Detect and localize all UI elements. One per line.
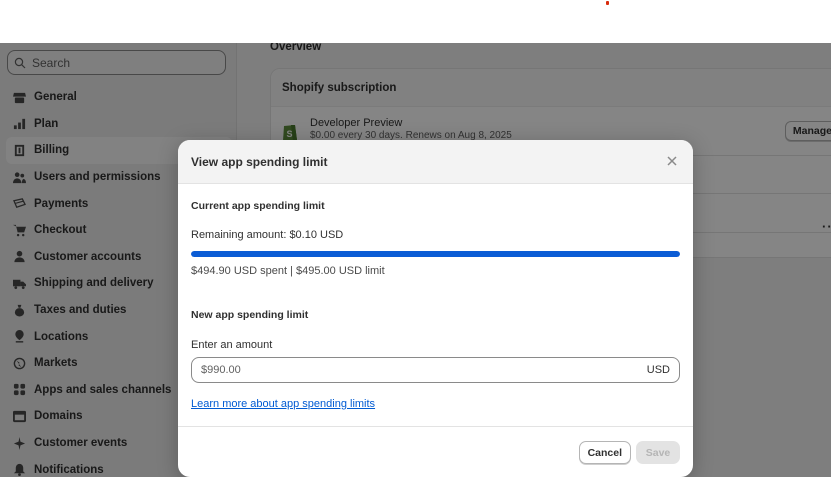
remaining-amount: Remaining amount: $0.10 USD bbox=[191, 229, 344, 241]
close-button[interactable] bbox=[665, 154, 679, 168]
spending-summary: $494.90 USD spent | $495.00 USD limit bbox=[191, 265, 385, 277]
modal-footer: Cancel Save bbox=[178, 426, 693, 477]
learn-more-link[interactable]: Learn more about app spending limits bbox=[191, 398, 375, 410]
new-limit-title: New app spending limit bbox=[191, 309, 309, 321]
modal-header: View app spending limit bbox=[178, 140, 693, 184]
amount-input[interactable] bbox=[201, 364, 601, 376]
modal-title: View app spending limit bbox=[191, 154, 328, 169]
amount-field[interactable]: USD bbox=[191, 357, 680, 383]
spent-text: $494.90 USD spent bbox=[191, 265, 288, 277]
cancel-button[interactable]: Cancel bbox=[578, 441, 631, 464]
progress-fill bbox=[191, 251, 680, 257]
top-bar bbox=[0, 0, 831, 43]
amount-label: Enter an amount bbox=[191, 339, 273, 351]
spending-progress-bar bbox=[191, 251, 680, 257]
spending-limit-modal: View app spending limit Current app spen… bbox=[178, 140, 693, 477]
notification-dot bbox=[606, 1, 609, 5]
close-icon bbox=[667, 156, 677, 166]
current-limit-title: Current app spending limit bbox=[191, 200, 325, 212]
currency-suffix: USD bbox=[646, 364, 670, 376]
limit-text: $495.00 USD limit bbox=[296, 265, 385, 277]
save-button[interactable]: Save bbox=[636, 441, 680, 464]
